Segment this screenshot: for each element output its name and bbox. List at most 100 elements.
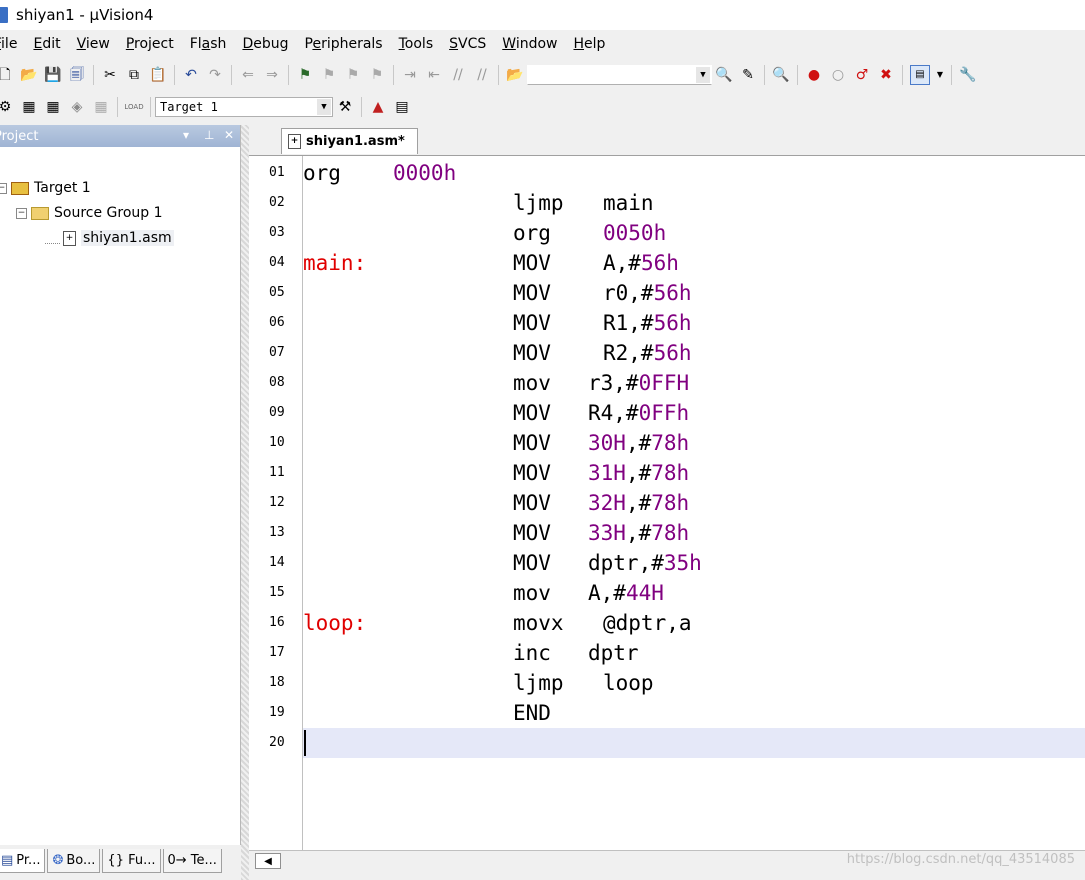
menu-flash[interactable]: Flash — [182, 36, 235, 52]
cut-icon[interactable]: ✂ — [101, 66, 119, 84]
menu-view[interactable]: View — [69, 36, 118, 52]
tab-templates[interactable]: 0→ Te... — [162, 849, 222, 873]
save-icon[interactable]: 💾 — [44, 66, 62, 84]
line-number: 14 — [269, 555, 285, 570]
open-file-icon[interactable]: 📂 — [20, 66, 38, 84]
toolbar-separator — [498, 65, 499, 85]
line-number: 03 — [269, 225, 285, 240]
tab-shiyan1-asm[interactable]: + shiyan1.asm* — [281, 128, 418, 154]
code-operand: loop — [603, 671, 654, 695]
disable-all-breakpoints-icon[interactable]: ♂ — [853, 66, 871, 84]
menu-project[interactable]: Project — [118, 36, 182, 52]
line-number: 02 — [269, 195, 285, 210]
comment-icon[interactable]: // — [449, 66, 467, 84]
build-icon[interactable]: ▦ — [20, 98, 38, 116]
save-all-icon[interactable]: 🗐 — [68, 66, 86, 84]
tree-node-target[interactable]: − Target 1 — [0, 177, 91, 199]
disable-breakpoint-icon[interactable]: ○ — [829, 66, 847, 84]
bookmark-icon[interactable]: ⚑ — [296, 66, 314, 84]
folder-icon — [31, 206, 49, 220]
code-number: 0000h — [393, 161, 457, 185]
code-label: loop: — [303, 611, 367, 635]
nav-back-icon[interactable]: ⇐ — [239, 66, 257, 84]
code-mnemonic: org — [303, 161, 341, 185]
code-mnemonic: MOV — [513, 251, 551, 275]
close-icon[interactable]: ✕ — [224, 128, 234, 142]
tree-node-group[interactable]: − Source Group 1 — [16, 202, 163, 224]
chevron-down-icon[interactable]: ▼ — [936, 66, 944, 84]
menu-edit[interactable]: Edit — [25, 36, 68, 52]
unindent-icon[interactable]: ⇤ — [425, 66, 443, 84]
splitter[interactable] — [241, 125, 249, 880]
configure-icon[interactable]: 🔧 — [959, 66, 977, 84]
select-packs-icon[interactable]: ▤ — [393, 98, 411, 116]
code-editor[interactable]: 01 02 03 04 05 06 07 08 09 10 11 12 13 14 15 16 17 18 19 20… — [249, 155, 1085, 851]
breakpoint-icon[interactable]: ● — [805, 66, 823, 84]
kill-breakpoints-icon[interactable]: ✖ — [877, 66, 895, 84]
paste-icon[interactable]: 📋 — [149, 66, 167, 84]
nav-forward-icon[interactable]: ⇒ — [263, 66, 281, 84]
menu-file[interactable]: File — [0, 36, 25, 52]
menu-help[interactable]: Help — [565, 36, 613, 52]
menu-svcs[interactable]: SVCS — [441, 36, 494, 52]
panel-menu-icon[interactable]: ▾ — [183, 128, 189, 142]
tree-group-label: Source Group 1 — [54, 205, 163, 221]
tree-target-label: Target 1 — [34, 180, 91, 196]
target-select[interactable]: Target 1 ▼ — [155, 97, 333, 117]
find-in-files-icon[interactable]: 📂 — [506, 66, 524, 84]
window-layout-icon[interactable]: ▤ — [910, 65, 930, 85]
code-mnemonic: MOV — [513, 521, 551, 545]
code-text[interactable]: org 0000h ljmp main org 0050h main: MOV A,# 56h MO… — [303, 156, 1085, 851]
pin-icon[interactable]: ⊥ — [204, 128, 214, 142]
new-file-icon[interactable]: 🗋 — [0, 66, 14, 84]
code-operand: ,# — [625, 491, 652, 515]
toolbar-separator — [764, 65, 765, 85]
prev-bookmark-icon[interactable]: ⚑ — [320, 66, 338, 84]
code-operand: ,# — [625, 521, 652, 545]
scroll-left-icon[interactable]: ◀ — [255, 853, 281, 869]
tab-project[interactable]: ▤ Pr... — [0, 849, 46, 873]
code-number: 44H — [625, 581, 664, 605]
stop-build-icon[interactable]: ▦ — [92, 98, 110, 116]
code-mnemonic: inc — [513, 641, 551, 665]
clear-bookmarks-icon[interactable]: ⚑ — [368, 66, 386, 84]
find-combo[interactable]: ▼ — [527, 65, 712, 85]
menu-window[interactable]: Window — [494, 36, 565, 52]
translate-icon[interactable]: ⚙ — [0, 98, 14, 116]
redo-icon[interactable]: ↷ — [206, 66, 224, 84]
menu-tools[interactable]: Tools — [391, 36, 442, 52]
debug-session-icon[interactable]: 🔍 — [772, 66, 790, 84]
collapse-icon[interactable]: − — [16, 207, 27, 219]
incremental-find-icon[interactable]: ✎ — [739, 66, 757, 84]
batch-build-icon[interactable]: ◈ — [68, 98, 86, 116]
line-number: 11 — [269, 465, 285, 480]
find-icon[interactable]: 🔍 — [715, 66, 733, 84]
code-mnemonic: ljmp — [513, 671, 564, 695]
next-bookmark-icon[interactable]: ⚑ — [344, 66, 362, 84]
chevron-down-icon[interactable]: ▼ — [317, 99, 331, 115]
code-mnemonic: MOV — [513, 551, 551, 575]
menu-bar: FileEditViewProjectFlashDebugPeripherals… — [0, 30, 1085, 58]
chevron-down-icon[interactable]: ▼ — [696, 67, 710, 83]
rebuild-icon[interactable]: ▦ — [44, 98, 62, 116]
file-toolbar: 🗋 📂 💾 🗐 ✂ ⧉ 📋 ↶ ↷ ⇐ ⇒ ⚑ ⚑ ⚑ ⚑ ⇥ ⇤ // // … — [0, 60, 1085, 90]
manage-components-icon[interactable]: ▲ — [369, 98, 387, 116]
toolbar-separator — [361, 97, 362, 117]
code-mnemonic: mov — [513, 581, 551, 605]
tree-node-file[interactable]: + shiyan1.asm — [45, 227, 174, 249]
code-operand: dptr,# — [588, 551, 664, 575]
tab-functions-label: {} Fu... — [107, 853, 156, 868]
tab-books[interactable]: ❂ Bo... — [47, 849, 101, 873]
indent-icon[interactable]: ⇥ — [401, 66, 419, 84]
tab-functions[interactable]: {} Fu... — [102, 849, 161, 873]
watermark: https://blog.csdn.net/qq_43514085 — [846, 852, 1075, 867]
collapse-icon[interactable]: − — [0, 182, 7, 194]
code-operand: r3,# — [588, 371, 639, 395]
download-icon[interactable]: LOAD — [124, 98, 143, 116]
copy-icon[interactable]: ⧉ — [125, 66, 143, 84]
undo-icon[interactable]: ↶ — [182, 66, 200, 84]
uncomment-icon[interactable]: // — [473, 66, 491, 84]
target-options-icon[interactable]: ⚒ — [336, 98, 354, 116]
menu-peripherals[interactable]: Peripherals — [296, 36, 390, 52]
menu-debug[interactable]: Debug — [234, 36, 296, 52]
